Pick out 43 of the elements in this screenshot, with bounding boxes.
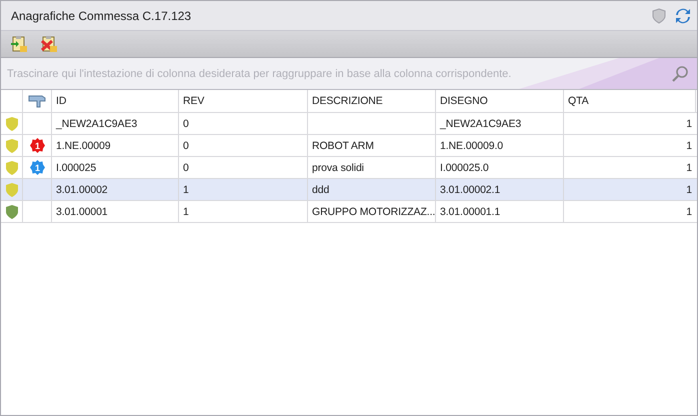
table-cell: ROBOT ARM [312,140,374,152]
table-cell: ddd [312,184,330,196]
table-row[interactable]: 3.01.00002 1 ddd 3.01.00002.1 1 [1,179,697,201]
column-header[interactable]: QTA [564,90,696,112]
column-header[interactable]: REV [179,90,308,112]
clipboard-import-icon[interactable] [10,35,28,53]
table-row[interactable]: 3.01.00001 1 GRUPPO MOTORIZZAZ... 3.01.00001.1 1 [1,201,697,223]
table-cell: 3.01.00002.1 [440,184,500,196]
table-cell: 0 [183,162,189,174]
table-row[interactable]: 1 1.NE.00009 0 ROBOT ARM 1.NE.00009.0 1 [1,135,697,157]
table-cell: _NEW2A1C9AE3 [440,118,522,130]
table-cell: 1 [686,118,692,130]
column-header[interactable]: DESCRIZIONE [308,90,436,112]
table-cell: 1 [183,206,189,218]
table-cell: 1 [686,206,692,218]
column-header[interactable]: DISEGNO [436,90,564,112]
table-cell: 3.01.00001 [56,206,108,218]
table-cell: 1 [686,162,692,174]
table-cell: 0 [183,140,189,152]
table-cell: 3.01.00001.1 [440,206,500,218]
table-cell: 1 [183,184,189,196]
table-cell: _NEW2A1C9AE3 [56,118,138,130]
table-cell: 1 [686,184,692,196]
table-cell: 1.NE.00009 [56,140,110,152]
shield-icon[interactable] [651,8,667,24]
table-cell: 0 [183,118,189,130]
table-cell: I.000025.0 [440,162,489,174]
table-row[interactable]: _NEW2A1C9AE3 0 _NEW2A1C9AE3 1 [1,113,697,135]
column-header[interactable]: ID [52,90,179,112]
search-icon[interactable] [671,64,689,82]
table-cell: 1 [686,140,692,152]
clipboard-delete-icon[interactable] [40,35,58,53]
window-title: Anagrafiche Commessa C.17.123 [11,8,192,22]
table-cell: GRUPPO MOTORIZZAZ... [312,206,435,218]
table-cell: I.000025 [56,162,96,174]
badge: 1 [30,160,44,175]
badge: 1 [30,138,44,153]
group-field[interactable]: Trascinare qui l'intestazione di colonna desiderata per raggruppare in base alla colonna corrispondente. [1,62,671,86]
group-panel[interactable]: Trascinare qui l'intestazione di colonna desiderata per raggruppare in base alla colonna corrispondente. [1,58,697,90]
table-cell: 1.NE.00009.0 [440,140,504,152]
table-cell: prova solidi [312,162,364,174]
table-cell: 3.01.00002 [56,184,108,196]
refresh-icon[interactable] [675,8,691,24]
